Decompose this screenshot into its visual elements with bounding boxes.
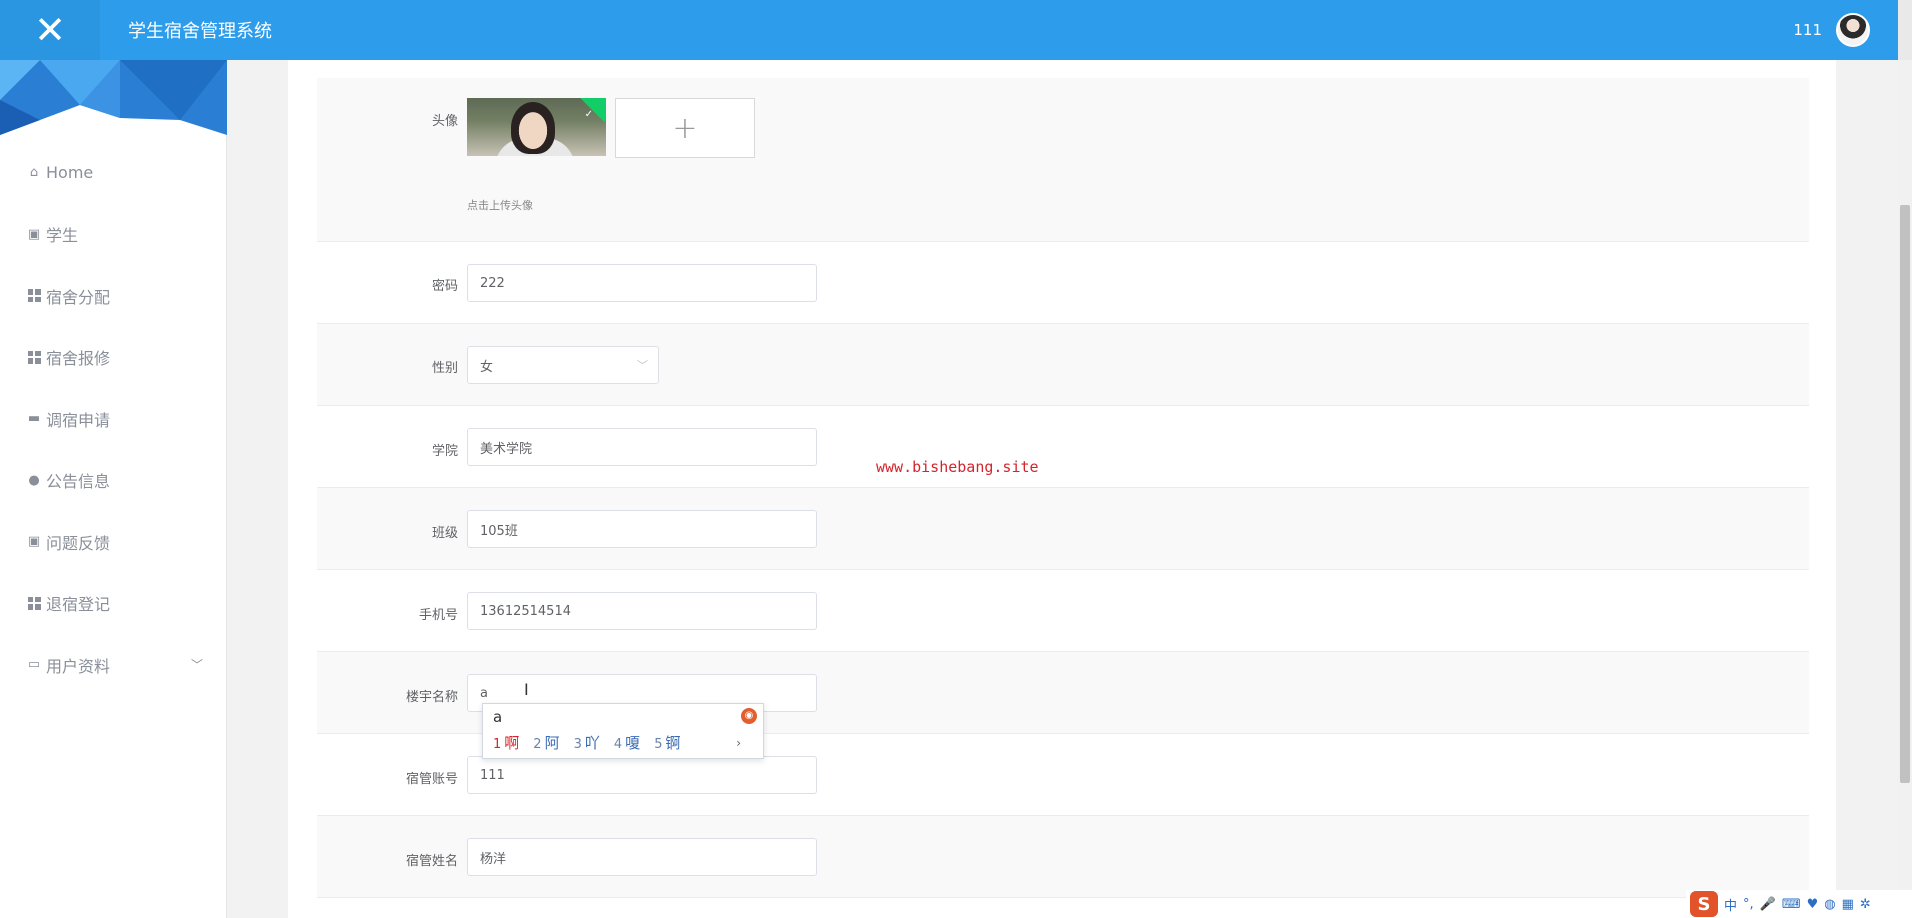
sidebar-item-label: 调宿申请 [46, 410, 111, 430]
chevron-down-icon: ﹀ [637, 359, 648, 372]
grid-icon [26, 595, 42, 611]
chevron-down-icon[interactable]: ﹀ [191, 656, 203, 673]
sogou-logo-icon[interactable]: S [1690, 891, 1718, 917]
user-icon: ● [28, 472, 40, 488]
sidebar: ⌂ Home ▣ 学生 宿舍分配 宿舍报修 ▬ 调宿申请 ● 公告信息 ▣ 问题… [0, 60, 227, 918]
avatar-hint: 点击上传头像 [467, 199, 533, 212]
avatar-preview[interactable]: ✓ [467, 98, 606, 156]
clipboard-icon: ▣ [27, 226, 41, 242]
ime-toolbar: S 中 °, 🎤 ⌨ ♥ ◍ ▦ ✲ [1686, 890, 1912, 918]
scrollbar-top-strip [1898, 0, 1912, 60]
ime-punct-toggle[interactable]: °, [1743, 897, 1754, 912]
ime-candidate-popup[interactable]: a ◉ 1啊 2阿 3吖 4嗄 5锕 › [482, 703, 764, 759]
keyboard-icon[interactable]: ⌨ [1782, 897, 1801, 912]
manager-account-input[interactable]: 111 [467, 756, 817, 794]
sidebar-item-transfer-apply[interactable]: ▬ 调宿申请 [0, 388, 227, 450]
username: 111 [1793, 21, 1822, 39]
ime-next-page-icon[interactable]: › [736, 736, 741, 750]
gender-select[interactable]: 女 ﹀ [467, 346, 659, 384]
phone-input[interactable]: 13612514514 [467, 592, 817, 630]
class-label: 班级 [431, 526, 458, 541]
sidebar-item-dorm-repair[interactable]: 宿舍报修 [0, 327, 227, 389]
top-header: ✕ 学生宿舍管理系统 111 [0, 0, 1912, 60]
sidebar-item-home[interactable]: ⌂ Home [0, 142, 227, 204]
gamepad-icon[interactable]: ◍ [1824, 897, 1835, 912]
sidebar-item-feedback[interactable]: ▣ 问题反馈 [0, 511, 227, 573]
ime-candidate[interactable]: 5锕 [654, 732, 680, 753]
skin-icon[interactable]: ♥ [1807, 897, 1819, 912]
grid-icon [26, 288, 42, 304]
apps-icon[interactable]: ▦ [1842, 897, 1854, 912]
app-title: 学生宿舍管理系统 [128, 21, 272, 42]
sidebar-item-label: 公告信息 [46, 472, 111, 492]
watermark-text: www.bishebang.site [876, 458, 1039, 476]
avatar[interactable] [1836, 13, 1870, 47]
ime-logo-icon: ◉ [741, 708, 757, 724]
card-icon: ▭ [27, 657, 41, 673]
password-label: 密码 [431, 279, 458, 294]
sidebar-item-label: Home [46, 163, 94, 183]
ime-composition: a [493, 708, 503, 726]
sidebar-item-label: 学生 [46, 226, 79, 246]
ime-candidate[interactable]: 2阿 [533, 732, 559, 753]
college-label: 学院 [431, 444, 458, 459]
scrollbar-thumb[interactable] [1900, 205, 1910, 783]
password-input[interactable]: 222 [467, 264, 817, 302]
ime-candidate[interactable]: 3吖 [574, 732, 600, 753]
ime-candidate[interactable]: 4嗄 [614, 732, 640, 753]
college-input[interactable]: 美术学院 [467, 428, 817, 466]
gender-select-value: 女 [480, 359, 494, 375]
sidebar-item-students[interactable]: ▣ 学生 [0, 204, 227, 266]
user-menu[interactable]: 111 [1793, 0, 1870, 60]
text-cursor-icon: I [524, 680, 529, 699]
phone-label: 手机号 [418, 608, 458, 623]
gender-label: 性别 [431, 361, 458, 376]
ime-candidates: 1啊 2阿 3吖 4嗄 5锕 [493, 732, 680, 753]
manager-name-label: 宿管姓名 [405, 854, 458, 869]
sidebar-item-checkout[interactable]: 退宿登记 [0, 573, 227, 635]
sidebar-item-label: 问题反馈 [46, 533, 111, 553]
avatar-label: 头像 [431, 114, 458, 129]
sidebar-item-notices[interactable]: ● 公告信息 [0, 450, 227, 512]
close-icon[interactable]: ✕ [0, 0, 100, 60]
settings-icon[interactable]: ✲ [1860, 897, 1871, 912]
manager-account-label: 宿管账号 [405, 772, 458, 787]
comment-icon: ▬ [27, 411, 41, 427]
ime-lang-toggle[interactable]: 中 [1724, 895, 1737, 914]
grid-icon [26, 349, 42, 365]
sidebar-item-dorm-assign[interactable]: 宿舍分配 [0, 265, 227, 327]
home-icon: ⌂ [29, 165, 39, 181]
clipboard-x-icon: ▣ [27, 534, 41, 550]
sidebar-item-label: 宿舍分配 [46, 287, 111, 307]
sidebar-item-label: 用户资料 [46, 656, 111, 676]
building-label: 楼宇名称 [405, 690, 458, 705]
ime-candidate[interactable]: 1啊 [493, 732, 519, 753]
check-icon: ✓ [584, 109, 593, 120]
sidebar-item-label: 退宿登记 [46, 595, 111, 615]
microphone-icon[interactable]: 🎤 [1760, 897, 1776, 912]
manager-name-input[interactable]: 杨洋 [467, 838, 817, 876]
class-input[interactable]: 105班 [467, 510, 817, 548]
sidebar-item-label: 宿舍报修 [46, 349, 111, 369]
avatar-upload-button[interactable]: + [615, 98, 755, 158]
sidebar-nav: ⌂ Home ▣ 学生 宿舍分配 宿舍报修 ▬ 调宿申请 ● 公告信息 ▣ 问题… [0, 142, 227, 696]
sidebar-item-user-profile[interactable]: ▭ 用户资料 ﹀ [0, 634, 227, 696]
sidebar-banner [0, 60, 227, 135]
